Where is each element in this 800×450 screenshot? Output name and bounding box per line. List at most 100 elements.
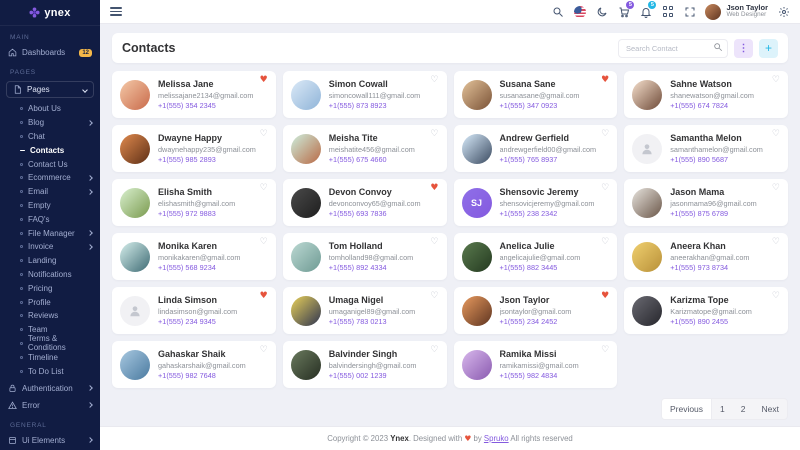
contact-card[interactable]: Jason Mama jasonmama96@gmail.com +1(555)… — [624, 179, 788, 226]
favorite-heart-icon[interactable]: ♡ — [601, 130, 609, 139]
contact-card[interactable]: Ramika Missi ramikamissi@gmail.com +1(55… — [454, 341, 618, 388]
sidebar-subitem-email[interactable]: Email — [0, 185, 100, 199]
favorite-heart-icon[interactable]: ♡ — [260, 184, 268, 193]
contact-card[interactable]: Melissa Jane melissajane2134@gmail.com +… — [112, 71, 276, 118]
contact-avatar — [291, 134, 321, 164]
contact-card[interactable]: Json Taylor jsontaylor@gmail.com +1(555)… — [454, 287, 618, 334]
favorite-heart-icon[interactable]: ♥ — [601, 76, 609, 85]
pagination-next[interactable]: Next — [754, 399, 787, 419]
sidebar-subitem-pricing[interactable]: Pricing — [0, 281, 100, 295]
favorite-heart-icon[interactable]: ♡ — [430, 130, 438, 139]
sidebar-subitem-contact-us[interactable]: Contact Us — [0, 157, 100, 171]
sidebar-subitem-profile[interactable]: Profile — [0, 295, 100, 309]
search-icon[interactable] — [713, 42, 723, 52]
contact-card[interactable]: Gahaskar Shaik gahaskarshaik@gmail.com +… — [112, 341, 276, 388]
favorite-heart-icon[interactable]: ♡ — [772, 238, 780, 247]
favorite-heart-icon[interactable]: ♡ — [772, 76, 780, 85]
contact-card[interactable]: Linda Simson lindasimson@gmail.com +1(55… — [112, 287, 276, 334]
sidebar-subitem-ecommerce[interactable]: Ecommerce — [0, 171, 100, 185]
sidebar-item-label: Error — [22, 401, 40, 410]
contact-name: Monika Karen — [158, 241, 240, 251]
search-icon[interactable] — [551, 5, 564, 18]
favorite-heart-icon[interactable]: ♥ — [260, 292, 268, 301]
favorite-heart-icon[interactable]: ♡ — [260, 238, 268, 247]
contact-card[interactable]: Karizma Tope Karizmatope@gmail.com +1(55… — [624, 287, 788, 334]
contact-card[interactable]: Andrew Gerfield andrewgerfield00@gmail.c… — [454, 125, 618, 172]
sidebar-subitem-label: Pricing — [28, 284, 52, 293]
contact-card[interactable]: Susana Sane susanasane@gmail.com +1(555)… — [454, 71, 618, 118]
sidebar-subitem-invoice[interactable]: Invoice — [0, 240, 100, 254]
contact-card[interactable]: Monika Karen monikakaren@gmail.com +1(55… — [112, 233, 276, 280]
add-contact-button[interactable]: + — [759, 39, 778, 58]
contact-name: Anelica Julie — [500, 241, 581, 251]
sidebar-subitem-file-manager[interactable]: File Manager — [0, 226, 100, 240]
user-profile-menu[interactable]: Json Taylor Web Designer — [705, 4, 768, 20]
person-placeholder-icon — [128, 304, 142, 318]
apps-grid-icon[interactable] — [661, 5, 674, 18]
favorite-heart-icon[interactable]: ♥ — [430, 184, 438, 193]
sidebar-subitem-about-us[interactable]: About Us — [0, 102, 100, 116]
favorite-heart-icon[interactable]: ♡ — [430, 346, 438, 355]
contact-card[interactable]: Dwayne Happy dwaynehappy235@gmail.com +1… — [112, 125, 276, 172]
sidebar-subitem-reviews[interactable]: Reviews — [0, 309, 100, 323]
contact-card[interactable]: Devon Convoy devonconvoy65@gmail.com +1(… — [283, 179, 447, 226]
dark-mode-moon-icon[interactable] — [595, 5, 608, 18]
favorite-heart-icon[interactable]: ♡ — [430, 76, 438, 85]
sidebar-item-pages[interactable]: Pages — [6, 81, 94, 98]
favorite-heart-icon[interactable]: ♡ — [772, 292, 780, 301]
contact-card[interactable]: Samantha Melon samanthamelon@gmail.com +… — [624, 125, 788, 172]
notifications-bell-icon[interactable]: 5 — [639, 5, 652, 18]
settings-gear-icon[interactable] — [777, 5, 790, 18]
search-contact-input[interactable] — [618, 39, 728, 58]
favorite-heart-icon[interactable]: ♥ — [601, 292, 609, 301]
sidebar-item-dashboards[interactable]: Dashboards 12 — [0, 44, 100, 61]
cart-icon[interactable]: 5 — [617, 5, 630, 18]
sidebar-subitem-terms-conditions[interactable]: Terms & Conditions — [0, 337, 100, 351]
contact-name: Devon Convoy — [329, 187, 421, 197]
sidebar-subitem-faq-s[interactable]: FAQ's — [0, 212, 100, 226]
sidebar-subitem-label: Blog — [28, 118, 44, 127]
language-flag-icon[interactable] — [573, 5, 586, 18]
favorite-heart-icon[interactable]: ♥ — [260, 76, 268, 85]
sidebar-item-authentication[interactable]: Authentication — [0, 380, 100, 397]
sidebar-subitem-blog[interactable]: Blog — [0, 116, 100, 130]
contact-phone: +1(555) 882 3445 — [500, 263, 581, 272]
sidebar-item-error[interactable]: Error — [0, 397, 100, 414]
contact-card[interactable]: Umaga Nigel umaganigel89@gmail.com +1(55… — [283, 287, 447, 334]
favorite-heart-icon[interactable]: ♡ — [601, 184, 609, 193]
sidebar-subitem-notifications[interactable]: Notifications — [0, 268, 100, 282]
sidebar-subitem-landing[interactable]: Landing — [0, 254, 100, 268]
contact-card[interactable]: Balvinder Singh balvindersingh@gmail.com… — [283, 341, 447, 388]
bullet-icon — [20, 370, 23, 373]
favorite-heart-icon[interactable]: ♡ — [430, 238, 438, 247]
contact-card[interactable]: Sahne Watson shanewatson@gmail.com +1(55… — [624, 71, 788, 118]
sidebar-subitem-empty[interactable]: Empty — [0, 199, 100, 213]
sidebar-subitem-to-do-list[interactable]: To Do List — [0, 364, 100, 378]
app-logo[interactable]: ynex — [0, 0, 100, 26]
favorite-heart-icon[interactable]: ♡ — [260, 346, 268, 355]
contact-card[interactable]: Anelica Julie angelicajulie@gmail.com +1… — [454, 233, 618, 280]
sidebar-item-ui-elements[interactable]: Ui Elements — [0, 432, 100, 449]
footer-designer-link[interactable]: Spruko — [484, 434, 509, 443]
pagination-page-1[interactable]: 1 — [712, 399, 733, 419]
menu-toggle-icon[interactable] — [110, 7, 122, 15]
favorite-heart-icon[interactable]: ♡ — [601, 238, 609, 247]
favorite-heart-icon[interactable]: ♡ — [430, 292, 438, 301]
contact-card[interactable]: Meisha Tite meishatite456@gmail.com +1(5… — [283, 125, 447, 172]
favorite-heart-icon[interactable]: ♡ — [601, 346, 609, 355]
pagination-previous[interactable]: Previous — [662, 399, 712, 419]
favorite-heart-icon[interactable]: ♡ — [772, 130, 780, 139]
contact-card[interactable]: Tom Holland tomholland98@gmail.com +1(55… — [283, 233, 447, 280]
contact-card[interactable]: Simon Cowall simoncowall111@gmail.com +1… — [283, 71, 447, 118]
pagination-page-2[interactable]: 2 — [733, 399, 754, 419]
sidebar-subitem-chat[interactable]: Chat — [0, 130, 100, 144]
sidebar-subitem-label: Invoice — [28, 242, 53, 251]
contact-card[interactable]: Elisha Smith elishasmith@gmail.com +1(55… — [112, 179, 276, 226]
contact-card[interactable]: Aneera Khan aneerakhan@gmail.com +1(555)… — [624, 233, 788, 280]
fullscreen-icon[interactable] — [683, 5, 696, 18]
favorite-heart-icon[interactable]: ♡ — [260, 130, 268, 139]
favorite-heart-icon[interactable]: ♡ — [772, 184, 780, 193]
more-options-button[interactable]: ⋮ — [734, 39, 753, 58]
sidebar-subitem-contacts[interactable]: Contacts — [0, 143, 100, 157]
contact-card[interactable]: SJ Shensovic Jeremy shensovicjeremy@gmai… — [454, 179, 618, 226]
